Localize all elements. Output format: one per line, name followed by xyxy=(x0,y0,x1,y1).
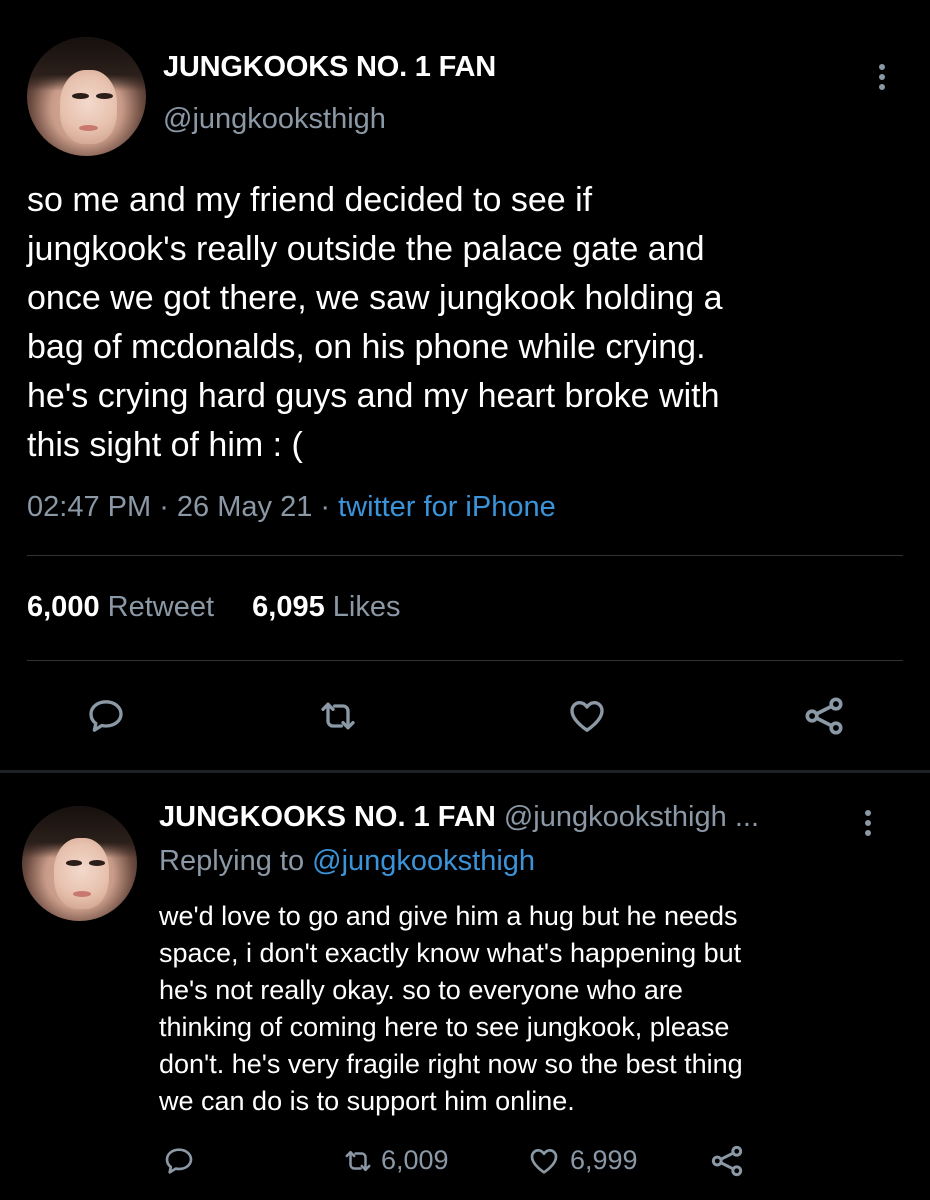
like-count: 6,095 xyxy=(252,591,325,623)
tweet-source[interactable]: twitter for iPhone xyxy=(338,491,556,523)
reply-text-line: space, i don't exactly know what's happe… xyxy=(159,938,742,968)
divider xyxy=(27,660,903,661)
retweet-count: 6,000 xyxy=(27,591,100,623)
reply-text: we'd love to go and give him a hug but h… xyxy=(159,898,859,1120)
tweet-text-line: bag of mcdonalds, on his phone while cry… xyxy=(27,328,706,366)
tweet-separator xyxy=(0,770,930,773)
replying-handle[interactable]: @jungkooksthigh xyxy=(312,845,535,877)
tweet-date[interactable]: 26 May 21 xyxy=(177,491,312,523)
tweet-text-line: he's crying hard guys and my heart broke… xyxy=(27,377,720,415)
main-tweet: JUNGKOOKS NO. 1 FAN @jungkooksthigh so m… xyxy=(0,0,930,770)
tweet-text: so me and my friend decided to see if ju… xyxy=(27,176,897,470)
replying-prefix: Replying to xyxy=(159,845,305,877)
retweet-count: 6,009 xyxy=(381,1145,449,1175)
tweet-text-line: this sight of him : ( xyxy=(27,426,303,464)
more-options-icon[interactable] xyxy=(864,810,872,836)
tweet-text-line: so me and my friend decided to see if xyxy=(27,181,593,219)
reply-text-line: don't. he's very fragile right now so th… xyxy=(159,1049,743,1079)
user-handle[interactable]: @jungkooksthigh xyxy=(504,801,727,833)
avatar[interactable] xyxy=(22,806,137,921)
replying-to: Replying to @jungkooksthigh xyxy=(159,845,535,878)
like-label: Likes xyxy=(332,591,401,623)
retweet-label: Retweet xyxy=(107,591,215,623)
tweet-stats: 6,000 Retweet 6,095 Likes xyxy=(27,591,401,624)
reply-icon[interactable] xyxy=(86,696,126,736)
share-icon[interactable] xyxy=(708,1143,746,1179)
divider xyxy=(27,555,903,556)
tweet-time[interactable]: 02:47 PM xyxy=(27,491,151,523)
like-icon[interactable] xyxy=(526,1145,562,1177)
tweet-text-line: once we got there, we saw jungkook holdi… xyxy=(27,279,723,317)
like-icon[interactable] xyxy=(565,696,609,736)
handle-ellipsis: ... xyxy=(734,801,759,833)
retweet-stat[interactable]: 6,000 Retweet xyxy=(27,591,214,623)
reply-text-line: we'd love to go and give him a hug but h… xyxy=(159,901,738,931)
reply-header: JUNGKOOKS NO. 1 FAN @jungkooksthigh ... xyxy=(159,801,759,834)
reply-text-line: we can do is to support him online. xyxy=(159,1086,575,1116)
avatar[interactable] xyxy=(27,37,146,156)
reply-text-line: thinking of coming here to see jungkook,… xyxy=(159,1012,730,1042)
tweet-meta: 02:47 PM · 26 May 21 · twitter for iPhon… xyxy=(27,491,556,523)
retweet-icon[interactable] xyxy=(340,1146,376,1176)
share-icon[interactable] xyxy=(801,694,847,738)
reply-text-line: he's not really okay. so to everyone who… xyxy=(159,975,683,1005)
like-count: 6,999 xyxy=(570,1145,638,1175)
user-handle[interactable]: @jungkooksthigh xyxy=(163,103,386,136)
more-options-icon[interactable] xyxy=(878,64,886,90)
display-name[interactable]: JUNGKOOKS NO. 1 FAN xyxy=(163,51,496,84)
like-stat[interactable]: 6,095 Likes xyxy=(252,591,400,623)
reply-icon[interactable] xyxy=(163,1145,195,1177)
display-name[interactable]: JUNGKOOKS NO. 1 FAN xyxy=(159,801,496,833)
tweet-text-line: jungkook's really outside the palace gat… xyxy=(27,230,705,268)
retweet-icon[interactable] xyxy=(316,696,360,736)
